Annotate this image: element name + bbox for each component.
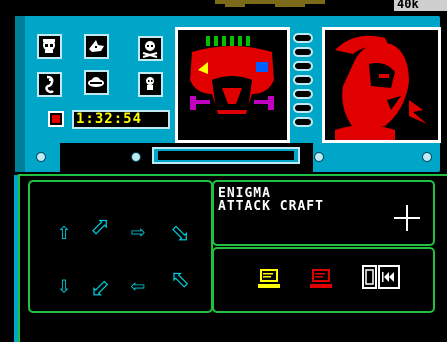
arrow-left-button[interactable]: ⇦ [124, 272, 152, 298]
arrow-down-button[interactable]: ⇩ [50, 272, 78, 298]
enemy-scanner-screen [175, 27, 290, 143]
crosshair-icon[interactable] [394, 205, 420, 231]
arrow-right-button[interactable]: ⇨ [124, 218, 152, 244]
rewind-door-icon[interactable] [362, 265, 400, 289]
screen-coupler [293, 33, 313, 127]
icon-slot-5[interactable] [84, 70, 109, 95]
score-badge: 40k [394, 0, 447, 11]
alert-indicator [52, 115, 60, 123]
arrow-up-button[interactable]: ⇧ [50, 218, 78, 244]
icon-slot-1[interactable] [37, 34, 62, 59]
rivet [314, 152, 324, 162]
ufo-icon [88, 77, 104, 87]
arrow-up-right-button[interactable]: ⬀ [86, 213, 114, 239]
enemy-craft-image [190, 36, 274, 114]
skull-helmet-icon [43, 39, 55, 53]
pilot-portrait-screen [322, 27, 441, 143]
icon-slot-3[interactable] [138, 36, 163, 61]
red-terminal-icon[interactable] [310, 268, 332, 290]
message-slot-window [158, 151, 294, 160]
icon-slot-4[interactable] [37, 72, 62, 97]
skull-crossbones-icon [142, 41, 158, 58]
left-rail [0, 0, 14, 342]
arrow-down-right-button[interactable]: ⬂ [166, 220, 194, 246]
arrow-down-left-button[interactable]: ⬃ [86, 275, 114, 301]
target-name: ENIGMA ATTACK CRAFT [218, 187, 388, 213]
arrow-up-left-button[interactable]: ⬁ [166, 266, 194, 292]
pilot-portrait-image [335, 35, 427, 140]
timer-value: 1:32:54 [76, 111, 143, 127]
target-name-line2: ATTACK CRAFT [218, 199, 324, 214]
seahorse-icon [45, 75, 54, 94]
yellow-terminal-icon[interactable] [258, 268, 280, 290]
rivet [131, 152, 141, 162]
console-shade [15, 16, 25, 172]
rivet [422, 152, 432, 162]
top-decoration [215, 0, 325, 7]
shark-icon [89, 40, 104, 52]
icon-slot-6[interactable] [138, 72, 163, 97]
rivet [36, 152, 46, 162]
pawn-icon [146, 77, 154, 90]
icon-slot-2[interactable] [84, 34, 109, 59]
